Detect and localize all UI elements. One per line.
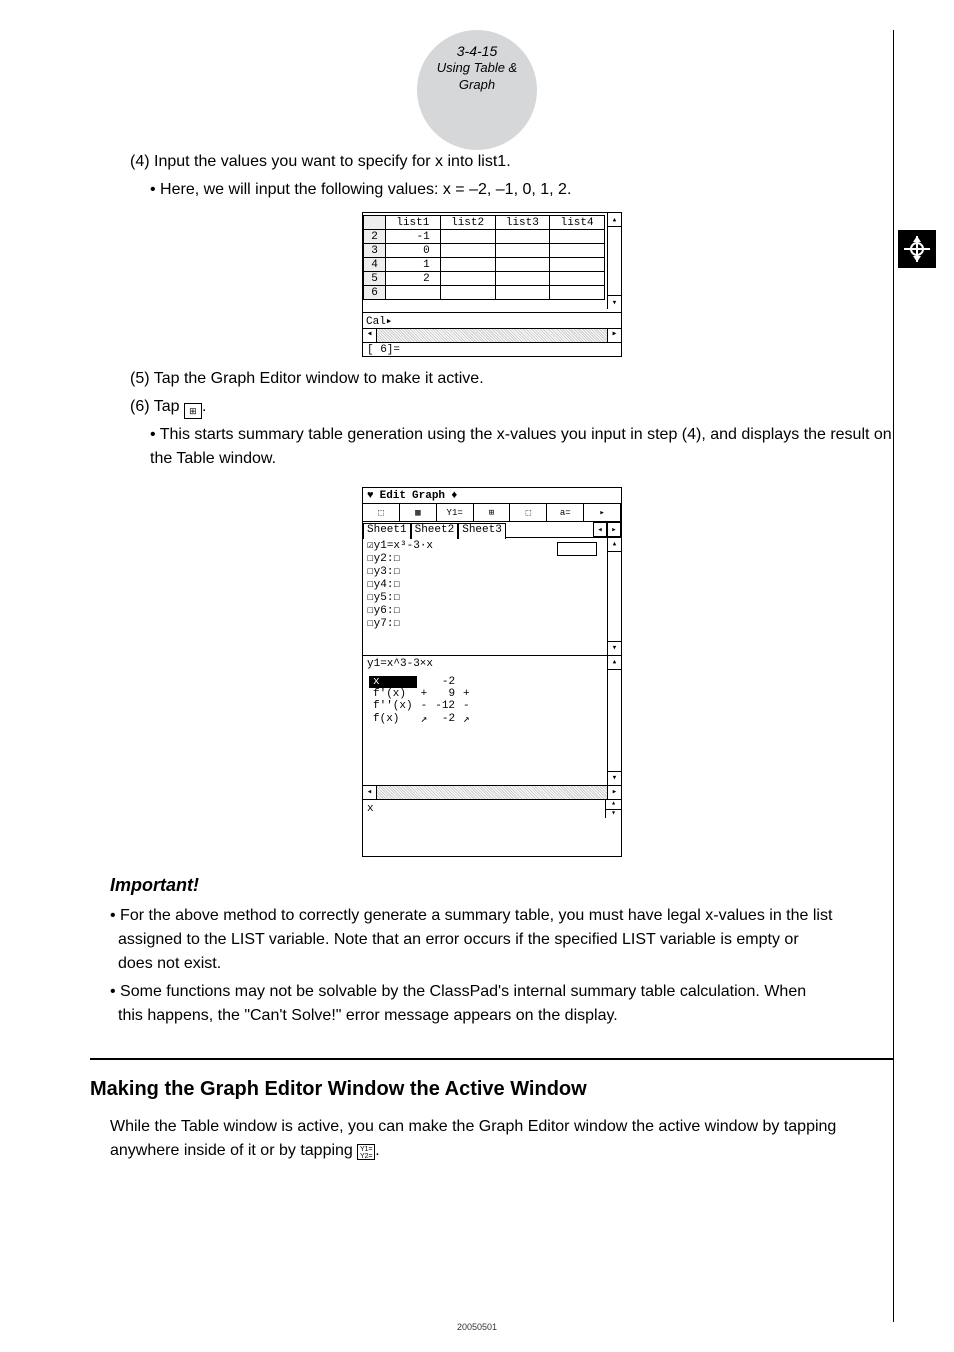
calculator-screenshot-list: list1 list2 list3 list4 2-1 30 41 52 6 ▴… [362,212,622,357]
menu-more-icon[interactable]: ♦ [451,490,458,502]
important-bullet-2: • Some functions may not be solvable by … [118,980,894,1028]
section-heading: Making the Graph Editor Window the Activ… [90,1078,894,1101]
footer-code: 20050501 [0,1322,954,1332]
toolbar-btn-3[interactable]: Y1=Y2= [437,504,474,521]
status-input-line: x▴▾ [363,800,621,818]
graph-editor-pane[interactable]: ☑y1=x³-3·x ☐y2:☐ ☐y3:☐ ☐y4:☐ ☐y5:☐ ☐y6:☐… [363,538,621,656]
sheet-tabs[interactable]: Sheet1 Sheet2 Sheet3 ◂▸ [363,522,621,538]
mini-graph-preview [557,542,597,556]
page-number: 3-4-15 [417,42,537,60]
vertical-scrollbar[interactable]: ▴▾ [607,213,621,309]
tab-sheet3[interactable]: Sheet3 [458,523,506,539]
important-bullet-1: • For the above method to correctly gene… [118,904,894,976]
resize-icon[interactable]: ▴▾ [605,800,621,818]
toolbar-btn-4[interactable]: ⊞ [474,504,511,521]
step-6: (6) Tap ⊞. [130,395,894,419]
summary-table: x-2 f'(x)+9+ f''(x)--12- f(x)↗-2↗ [369,676,474,726]
step-4: (4) Input the values you want to specify… [130,150,894,174]
crop-mark-icon [898,230,936,268]
toolbar-btn-2[interactable]: ▦ [400,504,437,521]
toolbar[interactable]: ⬚ ▦ Y1=Y2= ⊞ ⬚ a= ▸ [363,504,621,522]
cal-row: Cal▸ [363,312,621,328]
tab-scroll-left-icon[interactable]: ◂ [593,522,607,537]
ge-scrollbar[interactable]: ▴▾ [607,538,621,655]
tab-sheet2[interactable]: Sheet2 [411,523,459,539]
section-divider [90,1058,894,1060]
table-scrollbar[interactable]: ▴▾ [607,656,621,785]
step-6-sub: • This starts summary table generation u… [150,423,894,471]
summary-table-icon: ⊞ [184,403,202,419]
table-h-scrollbar[interactable]: ◂▸ [363,786,621,800]
step-5: (5) Tap the Graph Editor window to make … [130,367,894,391]
app-menu-icon[interactable]: ♥ [367,490,374,502]
tab-sheet1[interactable]: Sheet1 [363,523,411,539]
menu-graph[interactable]: Graph [412,490,445,502]
horizontal-scrollbar[interactable]: ◂▸ [363,328,621,342]
toolbar-btn-5[interactable]: ⬚ [510,504,547,521]
list-input-line: [ 6]= [363,342,621,356]
table-header: y1=x^3-3×x [363,656,621,672]
important-heading: Important! [110,875,894,896]
toolbar-btn-1[interactable]: ⬚ [363,504,400,521]
page-section-title: Using Table & Graph [417,60,537,94]
section-body: While the Table window is active, you ca… [110,1115,844,1163]
tab-scroll-right-icon[interactable]: ▸ [607,522,621,537]
page-header-badge: 3-4-15 Using Table & Graph [417,30,537,150]
app-menu-bar[interactable]: ♥ Edit Graph ♦ [363,488,621,504]
calculator-screenshot-graph-editor: ♥ Edit Graph ♦ ⬚ ▦ Y1=Y2= ⊞ ⬚ a= ▸ Sheet… [362,487,622,857]
summary-table-pane[interactable]: y1=x^3-3×x x-2 f'(x)+9+ f''(x)--12- f(x)… [363,656,621,786]
toolbar-btn-6[interactable]: a= [547,504,584,521]
list-table: list1 list2 list3 list4 2-1 30 41 52 6 [363,215,605,300]
step-4-sub: • Here, we will input the following valu… [150,178,894,202]
graph-editor-icon: Y1=Y2= [357,1144,375,1160]
toolbar-more-icon[interactable]: ▸ [584,504,621,521]
menu-edit[interactable]: Edit [380,490,406,502]
page-border-right [893,30,894,1322]
